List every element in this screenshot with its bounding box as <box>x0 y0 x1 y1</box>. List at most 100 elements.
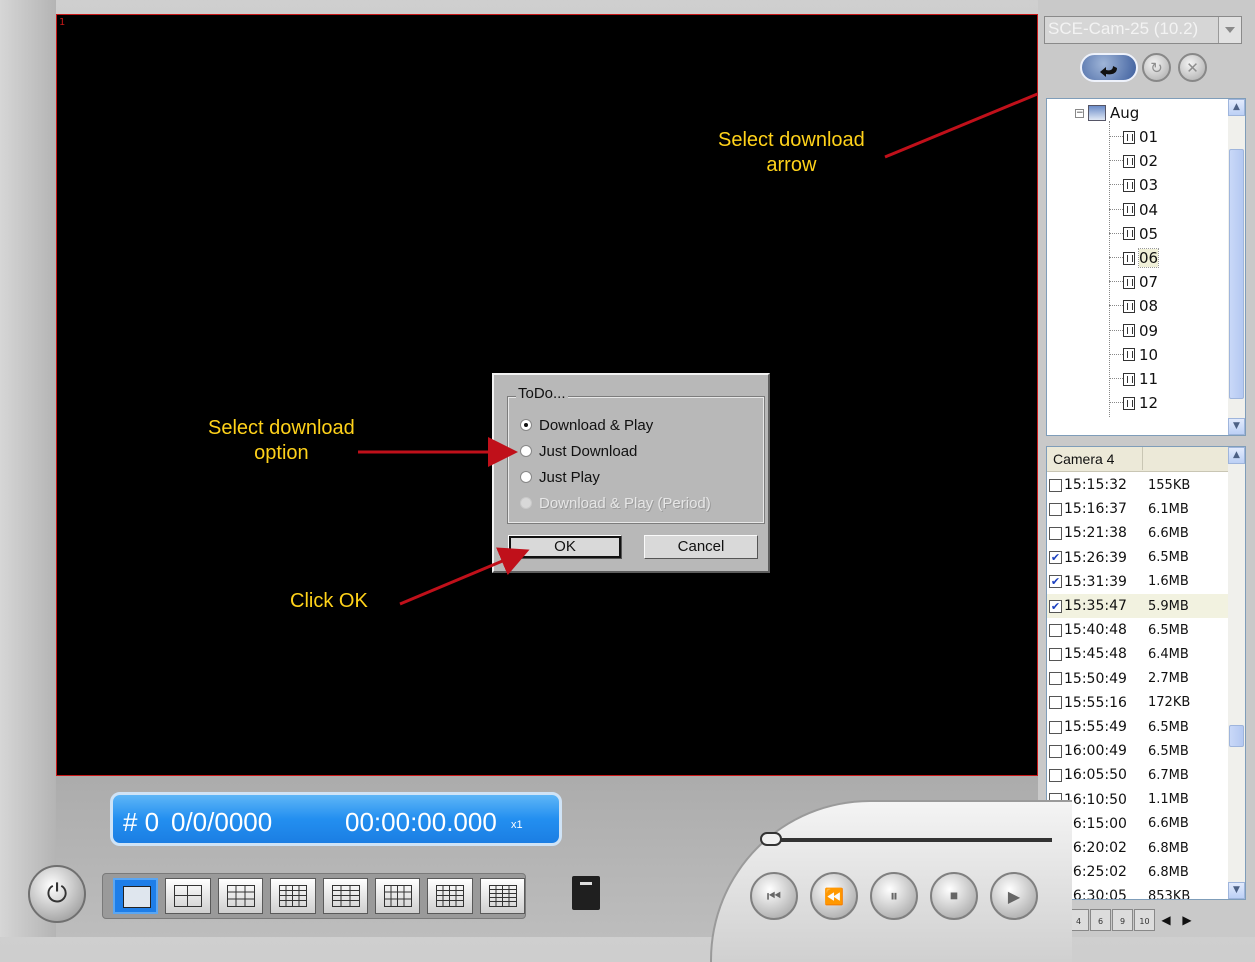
layout-button[interactable] <box>270 878 316 914</box>
tab-next-icon[interactable]: ▶ <box>1177 909 1197 931</box>
recording-time: 16:05:50 <box>1064 767 1127 784</box>
radio-button[interactable] <box>520 471 532 483</box>
list-item[interactable]: 16:10:50 1.1MB <box>1047 788 1230 812</box>
tree-node-day[interactable]: 07 <box>1109 270 1158 294</box>
download-arrow-button[interactable] <box>1080 53 1138 82</box>
list-item[interactable]: 15:15:32 155KB <box>1047 473 1230 497</box>
tree-node-day[interactable]: 03 <box>1109 173 1158 197</box>
recording-time: 15:16:37 <box>1064 501 1127 518</box>
list-header-camera[interactable]: Camera 4 <box>1047 447 1143 470</box>
list-item[interactable]: 15:55:49 6.5MB <box>1047 715 1230 739</box>
tree-scrollbar[interactable]: ▲ ▼ <box>1228 99 1245 435</box>
annotation-download-option: Select download option <box>208 417 355 464</box>
close-button[interactable]: ✕ <box>1178 53 1207 82</box>
list-item[interactable]: 15:55:16 172KB <box>1047 691 1230 715</box>
camera-tab[interactable]: 6 <box>1090 909 1111 931</box>
list-item[interactable]: ✔ 15:26:39 6.5MB <box>1047 546 1230 570</box>
tree-scroll-thumb[interactable] <box>1229 149 1244 399</box>
camera-tab[interactable]: 10 <box>1134 909 1155 931</box>
list-item[interactable]: 15:45:48 6.4MB <box>1047 642 1230 666</box>
step-back-button[interactable]: ⏪ <box>810 872 858 920</box>
tree-node-day[interactable]: 11 <box>1109 367 1158 391</box>
checkbox[interactable]: ✔ <box>1049 575 1062 589</box>
tree-connector <box>1109 257 1123 259</box>
tree-connector <box>1109 305 1123 307</box>
list-item[interactable]: 15:16:37 6.1MB <box>1047 497 1230 521</box>
scroll-up-icon[interactable]: ▲ <box>1228 447 1245 464</box>
tree-node-day[interactable]: 10 <box>1109 343 1158 367</box>
pause-button[interactable]: ⏸ <box>870 872 918 920</box>
stop-button[interactable]: ⏹ <box>930 872 978 920</box>
list-item[interactable]: 16:05:50 6.7MB <box>1047 763 1230 787</box>
list-item[interactable]: ✔ 15:35:47 5.9MB <box>1047 594 1230 619</box>
recording-time: 15:40:48 <box>1064 622 1127 639</box>
checkbox[interactable] <box>1049 647 1062 661</box>
list-scroll-thumb[interactable] <box>1229 725 1244 747</box>
checkbox[interactable] <box>1049 502 1062 516</box>
day-icon <box>1123 154 1135 168</box>
tree-node-day[interactable]: 08 <box>1109 294 1158 318</box>
radio-button[interactable] <box>520 445 532 457</box>
radio-option[interactable]: Just Play <box>520 466 600 488</box>
grid-layout-icon <box>331 885 360 907</box>
list-item[interactable]: 16:25:02 6.8MB <box>1047 860 1230 884</box>
checkbox[interactable] <box>1049 672 1062 686</box>
list-item[interactable]: 16:15:00 6.6MB <box>1047 812 1230 836</box>
ok-button[interactable]: OK <box>508 535 622 559</box>
scroll-down-icon[interactable]: ▼ <box>1228 418 1245 435</box>
checkbox[interactable]: ✔ <box>1049 599 1062 613</box>
list-item[interactable]: 15:21:38 6.6MB <box>1047 521 1230 545</box>
recording-size: 853KB <box>1148 888 1191 900</box>
checkbox[interactable] <box>1049 478 1062 492</box>
tree-node-day[interactable]: 09 <box>1109 319 1158 343</box>
layout-button[interactable] <box>217 878 264 914</box>
tree-node-day[interactable]: 06 <box>1109 246 1160 270</box>
checkbox[interactable] <box>1049 768 1062 782</box>
layout-button[interactable] <box>165 878 211 914</box>
checkbox[interactable] <box>1049 720 1062 734</box>
tree-node-day[interactable]: 04 <box>1109 198 1158 222</box>
power-button[interactable]: ⏻ <box>28 865 86 923</box>
play-button[interactable]: ▶ <box>990 872 1038 920</box>
list-item[interactable]: 16:20:02 6.8MB <box>1047 836 1230 860</box>
scroll-up-icon[interactable]: ▲ <box>1228 99 1245 116</box>
scroll-down-icon[interactable]: ▼ <box>1228 882 1245 899</box>
list-item[interactable]: 16:00:49 6.5MB <box>1047 739 1230 763</box>
refresh-button[interactable]: ↻ <box>1142 53 1171 82</box>
list-item[interactable]: 15:40:48 6.5MB <box>1047 618 1230 642</box>
checkbox[interactable] <box>1049 696 1062 710</box>
radio-option[interactable]: Just Download <box>520 440 637 462</box>
list-scrollbar[interactable]: ▲ ▼ <box>1228 447 1245 899</box>
notebook-icon[interactable] <box>572 876 600 910</box>
todo-group-label: ToDo... <box>516 385 568 402</box>
chevron-down-icon[interactable] <box>1218 17 1241 43</box>
list-item[interactable]: ✔ 15:31:39 1.6MB <box>1047 570 1230 594</box>
tree-node-day[interactable]: 02 <box>1109 149 1158 173</box>
collapse-icon[interactable]: − <box>1075 108 1084 118</box>
checkbox[interactable] <box>1049 526 1062 540</box>
tree-node-month[interactable]: − Aug <box>1075 101 1139 125</box>
seek-track[interactable] <box>762 838 1052 842</box>
camera-tab[interactable]: 9 <box>1112 909 1133 931</box>
layout-button[interactable] <box>427 878 473 914</box>
recording-time: 16:20:02 <box>1064 840 1127 857</box>
checkbox[interactable] <box>1049 623 1062 637</box>
layout-button[interactable] <box>113 878 159 914</box>
cancel-button[interactable]: Cancel <box>644 535 758 559</box>
checkbox[interactable] <box>1049 744 1062 758</box>
tab-prev-icon[interactable]: ◀ <box>1156 909 1176 931</box>
list-item[interactable]: 15:50:49 2.7MB <box>1047 667 1230 691</box>
tree-node-day[interactable]: 05 <box>1109 222 1158 246</box>
radio-option[interactable]: Download & Play <box>520 414 653 436</box>
tree-node-day[interactable]: 01 <box>1109 125 1158 149</box>
layout-button[interactable] <box>374 878 421 914</box>
checkbox[interactable]: ✔ <box>1049 551 1062 565</box>
tree-node-day[interactable]: 12 <box>1109 391 1158 415</box>
layout-button[interactable] <box>322 878 368 914</box>
camera-select[interactable]: SCE-Cam-25 (10.2) <box>1044 16 1242 44</box>
seek-handle[interactable] <box>760 832 782 846</box>
layout-button[interactable] <box>479 878 526 914</box>
radio-button[interactable] <box>520 419 532 431</box>
list-item[interactable]: 16:30:05 853KB <box>1047 884 1230 900</box>
skip-back-button[interactable]: ⏮ <box>750 872 798 920</box>
